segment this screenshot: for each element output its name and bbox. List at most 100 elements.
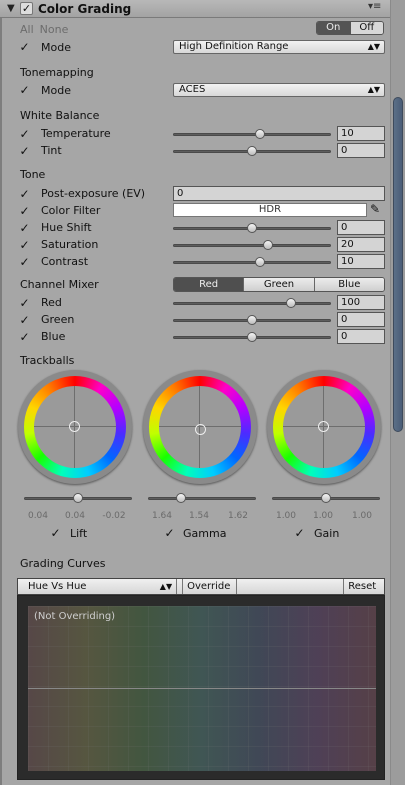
red-slider[interactable]: [173, 298, 331, 308]
tab-blue[interactable]: Blue: [313, 278, 384, 291]
curve-type-dropdown[interactable]: Hue Vs Hue ▲▼: [18, 579, 178, 594]
component-header[interactable]: ▼ ✓ Color Grading ▾≡: [0, 0, 390, 18]
temperature-field[interactable]: 10: [337, 126, 385, 141]
green-checkbox[interactable]: ✓: [19, 314, 30, 326]
check-icon: ✓: [19, 238, 30, 252]
all-none-links: All None: [20, 23, 74, 36]
slider-handle[interactable]: [175, 493, 186, 503]
trackball-handle[interactable]: [195, 424, 206, 435]
slider-handle[interactable]: [247, 223, 257, 233]
red-field[interactable]: 100: [337, 295, 385, 310]
gain-value-r: 1.00: [275, 511, 297, 521]
lift-value-r: 0.04: [27, 511, 49, 521]
post-exposure-checkbox[interactable]: ✓: [19, 188, 30, 200]
lift-values: 0.04 0.04 -0.02: [20, 511, 138, 521]
lift-label: Lift: [70, 527, 88, 540]
on-button[interactable]: On: [317, 22, 350, 34]
slider-handle[interactable]: [254, 129, 265, 139]
slider-handle[interactable]: [73, 493, 83, 503]
slider-handle[interactable]: [247, 146, 257, 156]
lift-value-g: 0.04: [64, 511, 86, 521]
tint-slider[interactable]: [173, 146, 331, 156]
post-exposure-field[interactable]: 0: [173, 186, 385, 201]
channel-mixer-section-title: Channel Mixer: [20, 278, 99, 291]
gain-checkbox[interactable]: ✓: [294, 527, 305, 539]
tab-green[interactable]: Green: [243, 278, 314, 291]
scrollbar-thumb[interactable]: [393, 97, 403, 432]
temperature-label: Temperature: [41, 127, 111, 140]
slider-handle[interactable]: [286, 298, 296, 308]
hue-shift-slider[interactable]: [173, 223, 331, 233]
gain-trackball[interactable]: [267, 370, 381, 484]
contrast-slider[interactable]: [173, 257, 331, 267]
white-balance-section-title: White Balance: [20, 109, 100, 122]
tint-checkbox[interactable]: ✓: [19, 144, 30, 158]
check-icon: ✓: [19, 221, 30, 235]
contrast-checkbox[interactable]: ✓: [19, 256, 30, 268]
trackball-handle[interactable]: [318, 421, 329, 432]
saturation-checkbox[interactable]: ✓: [19, 238, 30, 252]
contrast-field[interactable]: 10: [337, 254, 385, 269]
gamma-value-b: 1.62: [227, 511, 249, 521]
temperature-checkbox[interactable]: ✓: [19, 128, 30, 140]
curve-editor[interactable]: (Not Overriding): [17, 595, 385, 780]
saturation-slider[interactable]: [173, 240, 331, 250]
override-toggle[interactable]: Override: [183, 579, 237, 594]
toolbar-spacer: [237, 579, 345, 594]
color-filter-swatch[interactable]: HDR: [173, 203, 367, 217]
tonemapping-mode-checkbox[interactable]: ✓: [19, 84, 30, 96]
eyedropper-icon[interactable]: ✎: [370, 202, 386, 218]
tab-red[interactable]: Red: [174, 278, 244, 291]
gain-slider[interactable]: [272, 493, 380, 503]
saturation-field[interactable]: 20: [337, 237, 385, 252]
off-button[interactable]: Off: [349, 22, 383, 34]
green-field[interactable]: 0: [337, 312, 385, 327]
check-icon: ✓: [19, 144, 30, 158]
blue-slider[interactable]: [173, 332, 331, 342]
blue-field[interactable]: 0: [337, 329, 385, 344]
slider-handle[interactable]: [247, 332, 257, 342]
gain-values: 1.00 1.00 1.00: [268, 511, 386, 521]
none-link[interactable]: None: [40, 23, 69, 36]
dropdown-arrow-icon: ▲▼: [367, 42, 380, 51]
red-label: Red: [41, 296, 62, 309]
curve-status: (Not Overriding): [34, 611, 116, 622]
mode-override-checkbox[interactable]: ✓: [19, 41, 30, 53]
color-filter-checkbox[interactable]: ✓: [19, 205, 30, 217]
tint-label: Tint: [41, 144, 62, 157]
temperature-slider[interactable]: [173, 129, 331, 139]
blue-checkbox[interactable]: ✓: [19, 331, 30, 343]
slider-handle[interactable]: [247, 315, 257, 325]
green-slider[interactable]: [173, 315, 331, 325]
menu-icon[interactable]: ▾≡: [368, 1, 386, 12]
component-enabled-checkbox[interactable]: ✓: [20, 2, 33, 15]
lift-slider[interactable]: [24, 493, 132, 503]
foldout-arrow-icon[interactable]: ▼: [7, 3, 15, 14]
all-link[interactable]: All: [20, 23, 34, 36]
hue-shift-checkbox[interactable]: ✓: [19, 221, 30, 235]
trackball-handle[interactable]: [69, 421, 80, 432]
hue-shift-field[interactable]: 0: [337, 220, 385, 235]
gamma-checkbox[interactable]: ✓: [164, 527, 175, 539]
tint-field[interactable]: 0: [337, 143, 385, 158]
reset-button[interactable]: Reset: [344, 579, 384, 594]
tonemapping-mode-label: Mode: [41, 84, 71, 97]
check-icon: ✓: [50, 526, 61, 540]
slider-handle[interactable]: [321, 493, 331, 503]
blue-label: Blue: [41, 330, 66, 343]
lift-checkbox[interactable]: ✓: [50, 526, 61, 540]
gamma-slider[interactable]: [148, 493, 256, 503]
lift-trackball[interactable]: [18, 370, 132, 484]
slider-handle[interactable]: [254, 257, 265, 267]
red-checkbox[interactable]: ✓: [19, 297, 30, 309]
post-exposure-label: Post-exposure (EV): [41, 187, 146, 200]
contrast-label: Contrast: [41, 255, 89, 268]
slider-handle[interactable]: [262, 240, 273, 250]
tonemapping-dropdown[interactable]: ACES ▲▼: [173, 83, 385, 97]
mode-dropdown[interactable]: High Definition Range ▲▼: [173, 40, 385, 54]
gamma-trackball[interactable]: [143, 370, 257, 484]
gamma-value-g: 1.54: [188, 511, 210, 521]
curve-line[interactable]: [28, 688, 376, 689]
on-off-toggle[interactable]: On Off: [316, 21, 384, 35]
channel-tabs[interactable]: Red Green Blue: [173, 277, 385, 292]
